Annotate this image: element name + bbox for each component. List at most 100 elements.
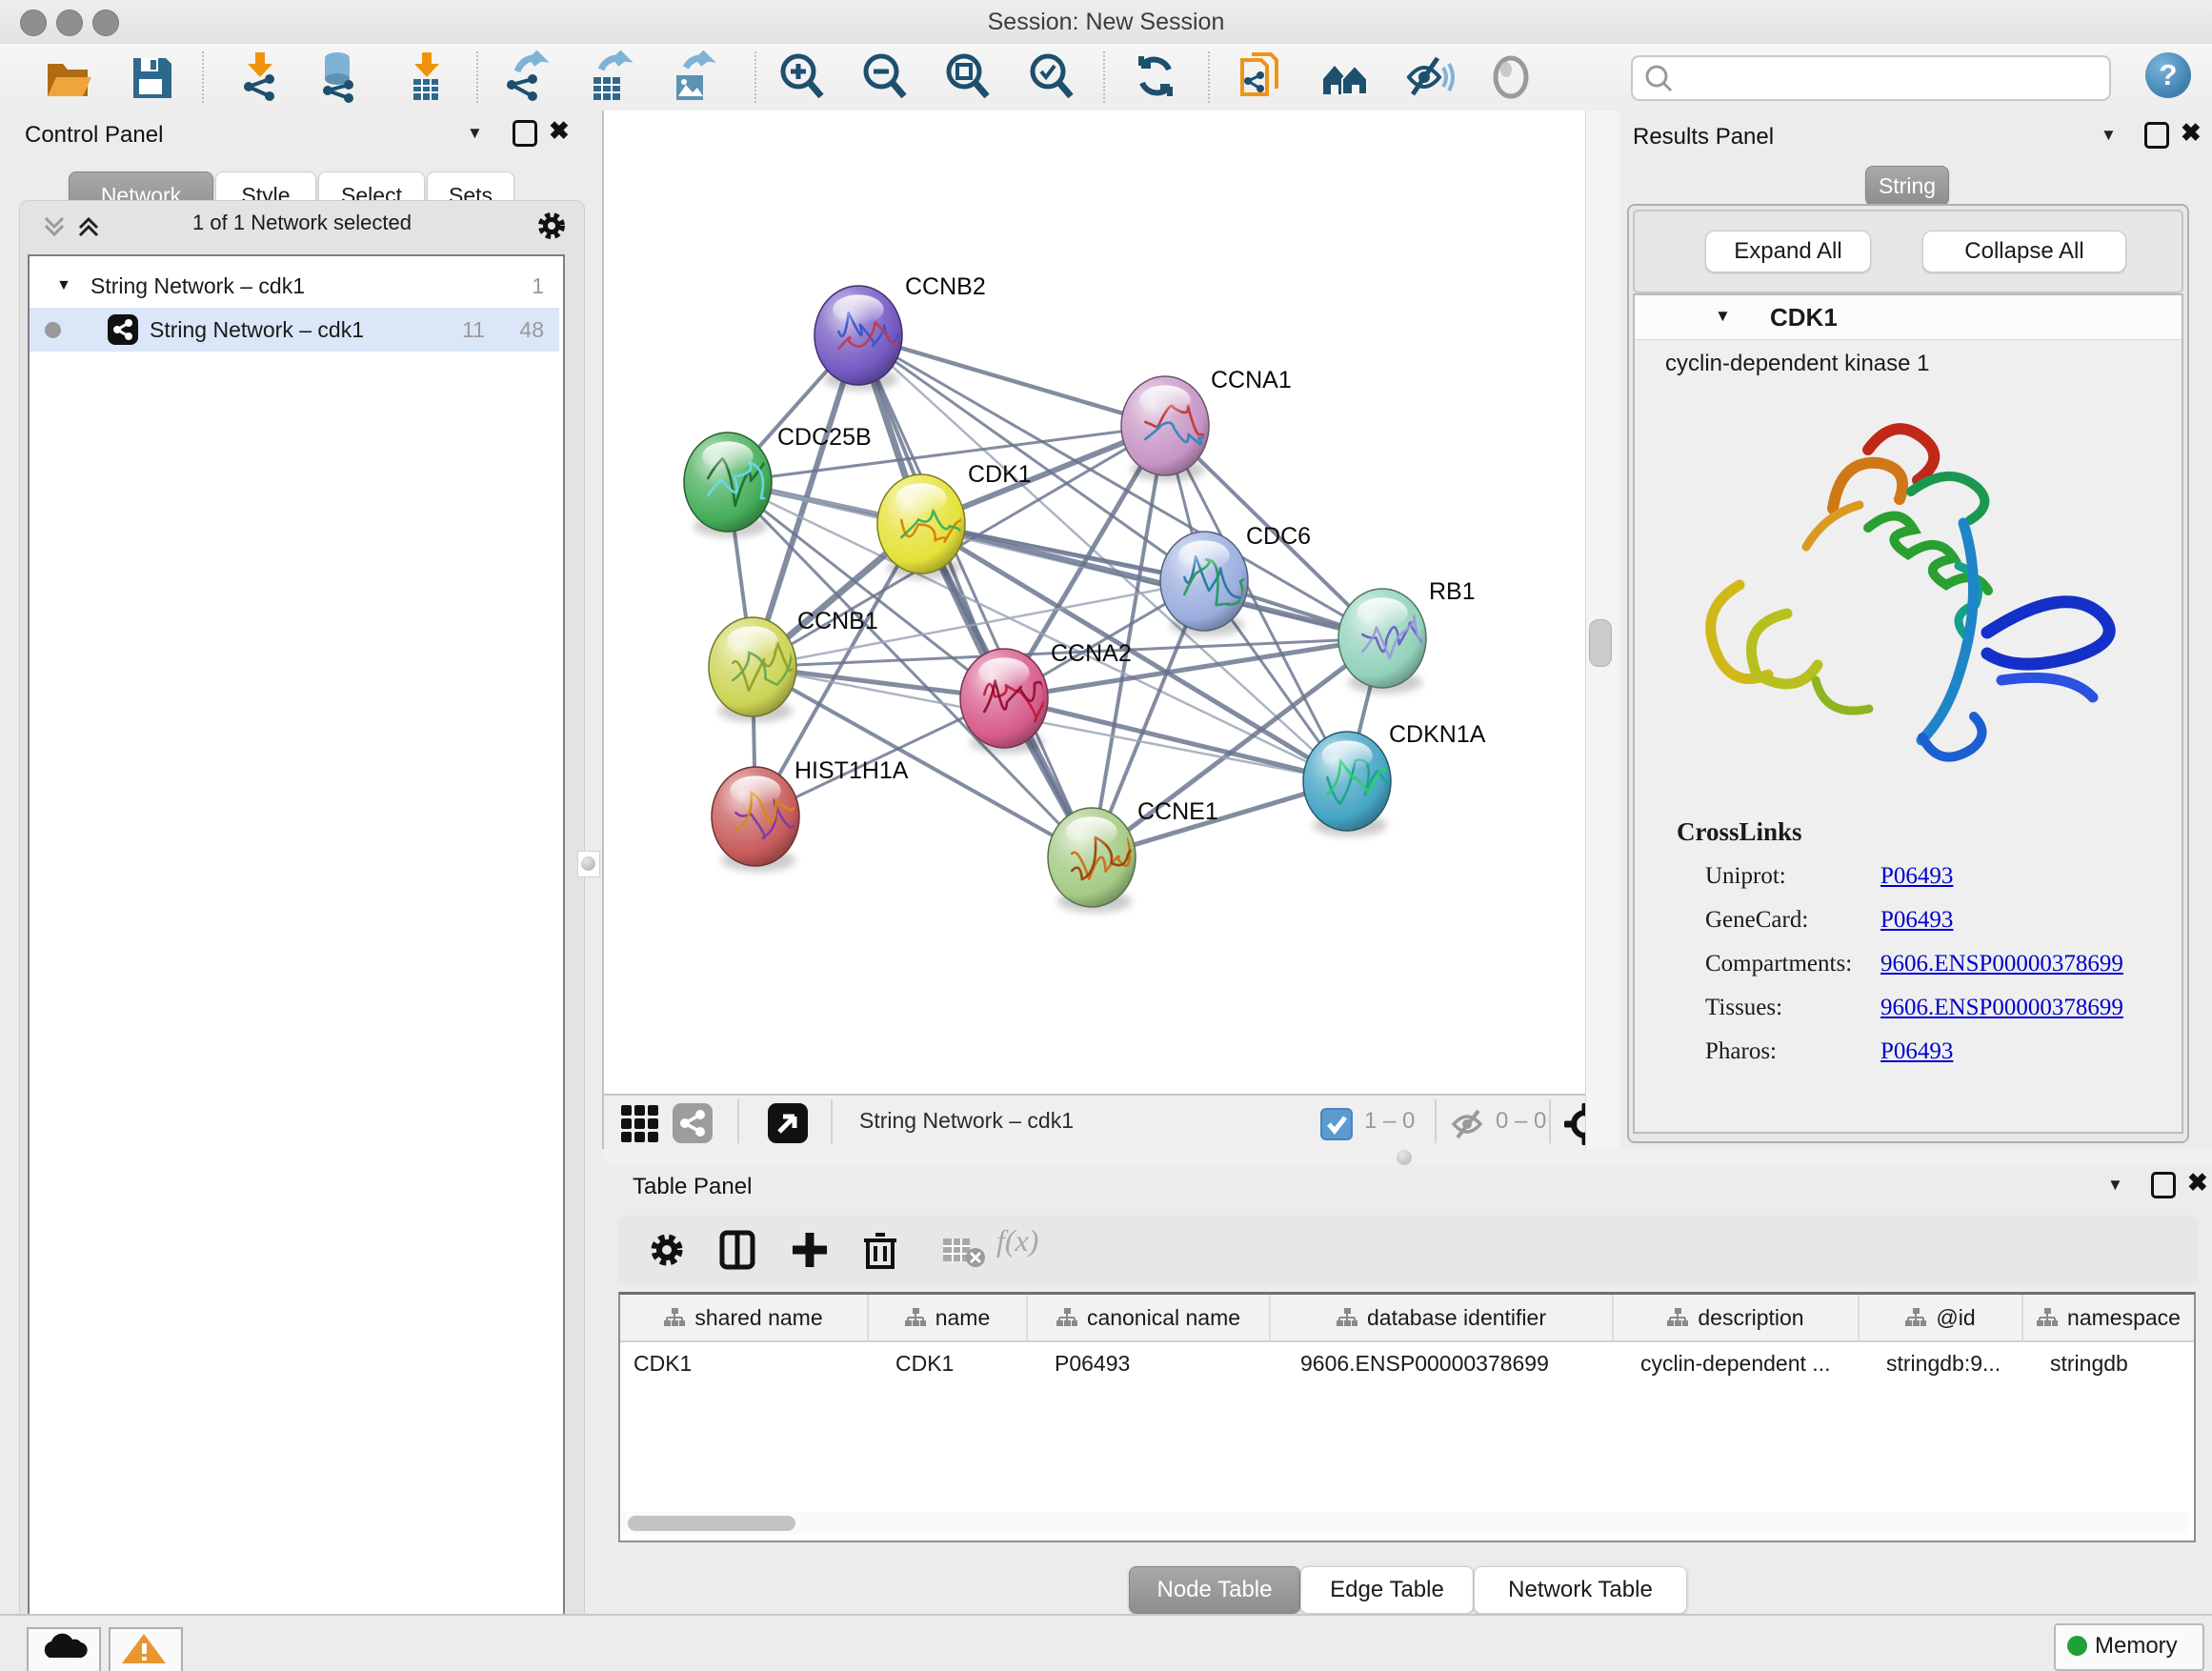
column-header-database-identifier[interactable]: database identifier [1271, 1295, 1614, 1342]
panel-collapse-icon[interactable]: ▼ [2107, 1176, 2123, 1195]
panel-close-icon[interactable]: ✖ [549, 116, 570, 146]
zoom-selected-icon[interactable] [1025, 50, 1076, 104]
node-label: CCNE1 [1137, 798, 1218, 825]
refresh-icon[interactable] [1131, 50, 1182, 104]
column-header-id[interactable]: @id [1860, 1295, 2023, 1342]
memory-status-icon [2067, 1636, 2087, 1656]
add-column-icon[interactable] [789, 1229, 831, 1276]
panel-float-icon[interactable] [2144, 122, 2169, 149]
node-label: RB1 [1429, 578, 1476, 605]
gear-icon[interactable] [646, 1229, 688, 1276]
panel-collapse-icon[interactable]: ▼ [2101, 126, 2117, 145]
memory-button[interactable]: Memory [2054, 1623, 2204, 1671]
selected-checkbox-icon[interactable] [1320, 1108, 1353, 1140]
panel-collapse-icon[interactable]: ▼ [467, 124, 483, 143]
table-cell[interactable]: stringdb:9... [1873, 1342, 2035, 1384]
table-cell[interactable]: CDK1 [882, 1342, 1039, 1384]
export-image-icon[interactable] [665, 50, 716, 104]
table-panel: Table Panel ▼ ✖ f(x) shared name nam [602, 1166, 2212, 1614]
export-network-icon[interactable] [498, 50, 550, 104]
column-header-shared-name[interactable]: shared name [620, 1295, 869, 1342]
panel-float-icon[interactable] [513, 120, 537, 147]
network-row-selected[interactable]: String Network – cdk1 11 48 [30, 308, 559, 352]
network-canvas[interactable]: CCNB2CCNA1CDC25BCDK1CDC6RB1CCNB1CCNA2CDK… [604, 111, 1585, 1094]
tree-expand-icon[interactable]: ▼ [56, 264, 71, 308]
scrollbar-thumb[interactable] [628, 1516, 795, 1531]
zoom-out-icon[interactable] [858, 50, 910, 104]
import-database-icon[interactable] [312, 50, 364, 104]
grid-view-icon[interactable] [619, 1103, 661, 1150]
toolbar-separator [1208, 51, 1210, 103]
right-splitter-handle[interactable] [1589, 619, 1612, 667]
tab-edge-table[interactable]: Edge Table [1300, 1566, 1474, 1614]
network-options-gear-icon[interactable] [534, 209, 569, 248]
tab-node-table[interactable]: Node Table [1129, 1566, 1300, 1614]
cloud-button[interactable] [27, 1627, 101, 1671]
table-cell[interactable]: P06493 [1041, 1342, 1282, 1384]
network-node-CCNE1[interactable]: CCNE1 [1048, 798, 1218, 913]
table-cell[interactable]: CDK1 [620, 1342, 867, 1384]
column-header-description[interactable]: description [1614, 1295, 1860, 1342]
horizontal-splitter-handle[interactable] [1397, 1150, 1412, 1165]
open-in-window-icon[interactable] [768, 1103, 808, 1143]
copy-network-icon[interactable] [1235, 50, 1286, 104]
collapse-all-button[interactable]: Collapse All [1922, 231, 2126, 272]
tab-network-table[interactable]: Network Table [1474, 1566, 1687, 1614]
crosslink-uniprot[interactable]: P06493 [1880, 863, 1953, 890]
table-cell[interactable]: cyclin-dependent ... [1627, 1342, 1871, 1384]
delete-column-icon[interactable] [859, 1229, 901, 1276]
import-network-icon[interactable] [233, 50, 285, 104]
string-view-icon[interactable] [673, 1103, 713, 1143]
columns-icon[interactable] [716, 1229, 758, 1276]
search-field[interactable] [1631, 55, 2111, 101]
delete-table-icon[interactable] [941, 1233, 987, 1276]
table-cell[interactable]: 9606.ENSP00000378699 [1287, 1342, 1628, 1384]
panel-close-icon[interactable]: ✖ [2187, 1168, 2208, 1198]
table-cell[interactable]: stringdb [2037, 1342, 2202, 1384]
network-node-CDK1[interactable]: CDK1 [877, 461, 1032, 579]
warning-button[interactable] [109, 1627, 183, 1671]
home-icon[interactable] [1319, 50, 1371, 104]
crosslink-label: Tissues: [1705, 995, 1782, 1021]
column-header-namespace[interactable]: namespace [2023, 1295, 2194, 1342]
column-header-name[interactable]: name [869, 1295, 1028, 1342]
show-all-eye-icon[interactable] [1486, 50, 1538, 104]
crosslink-compartments[interactable]: 9606.ENSP00000378699 [1880, 951, 2123, 977]
results-panel: Results Panel ▼ ✖ String Expand All Coll… [1619, 111, 2212, 1149]
node-section-header[interactable]: ▼ CDK1 [1635, 295, 2182, 340]
network-edge[interactable] [858, 335, 1165, 426]
export-table-icon[interactable] [582, 50, 633, 104]
hide-selected-eye-slash-icon[interactable] [1403, 50, 1455, 104]
search-input[interactable] [1679, 61, 2092, 91]
left-splitter-handle[interactable] [577, 851, 600, 877]
network-node-CCNA2[interactable]: CCNA2 [960, 640, 1132, 754]
import-table-icon[interactable] [400, 50, 452, 104]
network-node-CCNB1[interactable]: CCNB1 [709, 608, 878, 722]
network-collection-row[interactable]: ▼ String Network – cdk1 1 [30, 264, 559, 308]
network-tree: ▼ String Network – cdk1 1 String Network… [28, 254, 565, 1671]
table-horizontal-scrollbar[interactable] [622, 1512, 2188, 1535]
save-session-icon[interactable] [126, 50, 177, 104]
crosslink-tissues[interactable]: 9606.ENSP00000378699 [1880, 995, 2123, 1021]
help-icon[interactable]: ? [2145, 52, 2191, 98]
section-collapse-icon[interactable]: ▼ [1715, 307, 1731, 326]
node-label: CDK1 [968, 461, 1032, 488]
crosslink-pharos[interactable]: P06493 [1880, 1038, 1953, 1065]
zoom-in-icon[interactable] [775, 50, 827, 104]
crosslink-genecard[interactable]: P06493 [1880, 907, 1953, 934]
network-node-CDC6[interactable]: CDC6 [1160, 523, 1311, 636]
network-graph[interactable]: CCNB2CCNA1CDC25BCDK1CDC6RB1CCNB1CCNA2CDK… [604, 111, 1585, 1094]
network-node-RB1[interactable]: RB1 [1338, 578, 1476, 694]
network-node-CDKN1A[interactable]: CDKN1A [1303, 721, 1486, 836]
open-session-icon[interactable] [42, 50, 93, 104]
panel-close-icon[interactable]: ✖ [2181, 118, 2202, 148]
node-name: CDK1 [1770, 303, 1838, 332]
column-header-canonical-name[interactable]: canonical name [1028, 1295, 1271, 1342]
zoom-fit-icon[interactable] [941, 50, 993, 104]
crosslinks-title: CrossLinks [1677, 817, 1802, 847]
expand-all-button[interactable]: Expand All [1705, 231, 1871, 272]
network-node-HIST1H1A[interactable]: HIST1H1A [712, 757, 909, 872]
tab-string[interactable]: String [1865, 166, 1949, 206]
panel-float-icon[interactable] [2151, 1172, 2176, 1198]
results-buttons-box: Expand All Collapse All [1633, 210, 2183, 293]
